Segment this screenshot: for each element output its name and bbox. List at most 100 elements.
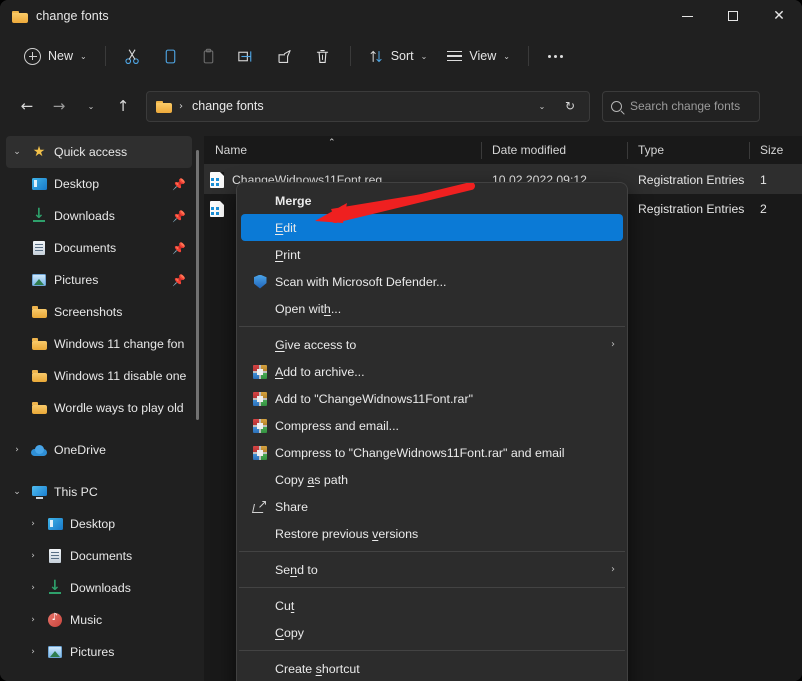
up-arrow-icon: ↑	[116, 97, 130, 115]
address-dropdown-button[interactable]: ⌄	[529, 93, 555, 119]
column-header-name[interactable]: ⌃ Name	[204, 136, 481, 165]
menu-item-add-to-rar[interactable]: Add to "ChangeWidnows11Font.rar"	[241, 385, 623, 412]
sidebar-item-this-pc[interactable]: ⌄ This PC	[6, 476, 192, 508]
explorer-tab[interactable]: change fonts	[0, 0, 109, 32]
sidebar-item-label: Desktop	[54, 177, 100, 191]
close-button[interactable]: ✕	[756, 0, 802, 32]
sidebar-item-downloads[interactable]: Downloads 📌	[6, 200, 192, 232]
chevron-right-icon[interactable]: ›	[22, 615, 44, 625]
menu-item-give-access-to[interactable]: Give access to ›	[241, 331, 623, 358]
plus-circle-icon	[24, 47, 41, 65]
menu-item-label: Merge	[275, 193, 312, 208]
address-bar[interactable]: › change fonts ⌄ ↻	[146, 90, 590, 122]
sidebar-item-onedrive[interactable]: › OneDrive	[6, 434, 192, 466]
menu-item-open-with[interactable]: Open with...	[241, 295, 623, 322]
sidebar-item-label: Windows 11 disable one	[54, 369, 186, 383]
search-icon	[611, 100, 622, 112]
delete-button[interactable]	[304, 40, 342, 72]
rename-button[interactable]	[228, 40, 266, 72]
cut-button[interactable]	[114, 40, 152, 72]
menu-item-scan-with-microsoft-defender[interactable]: Scan with Microsoft Defender...	[241, 268, 623, 295]
menu-item-compress-to-rar-and-email[interactable]: Compress to "ChangeWidnows11Font.rar" an…	[241, 439, 623, 466]
divider	[349, 46, 351, 66]
chevron-right-icon[interactable]: ›	[22, 519, 44, 529]
view-button[interactable]: View ⌄	[437, 40, 520, 72]
more-options-button[interactable]	[537, 40, 575, 72]
menu-item-copy-as-path[interactable]: Copy as path	[241, 466, 623, 493]
copy-button[interactable]	[152, 40, 190, 72]
menu-item-share[interactable]: Share	[241, 493, 623, 520]
column-label: Size	[760, 143, 784, 157]
breadcrumb[interactable]: change fonts	[192, 99, 264, 113]
sidebar-item-screenshots[interactable]: Screenshots	[6, 296, 192, 328]
menu-item-send-to[interactable]: Send to ›	[241, 556, 623, 583]
registry-file-icon	[210, 171, 224, 188]
sidebar-item-pictures[interactable]: Pictures 📌	[6, 264, 192, 296]
up-button[interactable]: ↑	[108, 91, 138, 121]
pin-icon[interactable]: 📌	[172, 242, 186, 255]
sidebar-item-this-pc-music[interactable]: › Music	[6, 604, 192, 636]
menu-item-edit[interactable]: Edit	[241, 214, 623, 241]
menu-item-label: Restore previous versions	[275, 526, 419, 541]
rename-icon	[238, 50, 252, 62]
menu-item-copy[interactable]: Copy	[241, 619, 623, 646]
sidebar-item-this-pc-pictures[interactable]: › Pictures	[6, 636, 192, 668]
registry-file-icon	[210, 200, 224, 217]
pin-icon[interactable]: 📌	[172, 274, 186, 287]
pin-icon[interactable]: 📌	[172, 178, 186, 191]
sidebar-item-documents[interactable]: Documents 📌	[6, 232, 192, 264]
chevron-right-icon[interactable]: ›	[22, 583, 44, 593]
recent-locations-button[interactable]: ⌄	[76, 91, 106, 121]
new-button[interactable]: New ⌄	[14, 40, 97, 72]
minimize-button[interactable]	[664, 0, 710, 32]
sidebar-item-windows-11-change-fonts[interactable]: Windows 11 change fon	[6, 328, 192, 360]
paste-button[interactable]	[190, 40, 228, 72]
paste-icon	[203, 48, 214, 63]
pictures-icon	[44, 646, 66, 658]
column-header-type[interactable]: Type	[627, 136, 749, 165]
menu-item-restore-previous-versions[interactable]: Restore previous versions	[241, 520, 623, 547]
chevron-right-icon[interactable]: ›	[22, 647, 44, 657]
maximize-button[interactable]	[710, 0, 756, 32]
chevron-right-icon[interactable]: ›	[6, 445, 28, 455]
menu-item-cut[interactable]: Cut	[241, 592, 623, 619]
sidebar-item-windows-11-disable-onedrive[interactable]: Windows 11 disable one	[6, 360, 192, 392]
sort-label: Sort	[390, 49, 414, 63]
menu-item-compress-and-email[interactable]: Compress and email...	[241, 412, 623, 439]
menu-item-print[interactable]: Print	[241, 241, 623, 268]
search-input[interactable]: Search change fonts	[602, 90, 760, 122]
menu-item-label: Print	[275, 247, 301, 262]
sidebar-item-quick-access[interactable]: ⌄ ★ Quick access	[6, 136, 192, 168]
column-header-size[interactable]: Size	[749, 136, 802, 165]
sidebar-item-this-pc-documents[interactable]: › Documents	[6, 540, 192, 572]
menu-item-label: Edit	[275, 220, 297, 235]
chevron-right-icon: ›	[611, 564, 615, 575]
sort-button[interactable]: Sort ⌄	[359, 40, 438, 72]
sidebar-item-label: This PC	[54, 485, 98, 499]
sidebar-item-desktop[interactable]: Desktop 📌	[6, 168, 192, 200]
column-label: Name	[215, 143, 248, 157]
menu-item-merge[interactable]: Merge	[241, 187, 623, 214]
forward-button[interactable]: →	[44, 91, 74, 121]
chevron-down-icon[interactable]: ⌄	[6, 147, 28, 157]
share-button[interactable]	[266, 40, 304, 72]
menu-item-label: Compress to "ChangeWidnows11Font.rar" an…	[275, 445, 565, 460]
sidebar-scrollbar[interactable]	[196, 150, 199, 420]
desktop-icon	[28, 178, 50, 190]
sidebar-item-wordle[interactable]: Wordle ways to play old	[6, 392, 192, 424]
column-header-date-modified[interactable]: Date modified	[481, 136, 627, 165]
sidebar-item-this-pc-desktop[interactable]: › Desktop	[6, 508, 192, 540]
menu-item-add-to-archive[interactable]: Add to archive...	[241, 358, 623, 385]
refresh-button[interactable]: ↻	[557, 93, 583, 119]
sidebar-item-this-pc-downloads[interactable]: › Downloads	[6, 572, 192, 604]
chevron-right-icon[interactable]: ›	[22, 551, 44, 561]
menu-item-create-shortcut[interactable]: Create shortcut	[241, 655, 623, 681]
menu-item-label: Cut	[275, 598, 295, 613]
command-bar: New ⌄ Sort ⌄ View ⌄	[0, 32, 802, 80]
chevron-down-icon[interactable]: ⌄	[6, 487, 28, 497]
copy-icon	[165, 49, 176, 63]
file-explorer-window: change fonts ✕ New ⌄ Sort ⌄ View ⌄ ← → ⌄…	[0, 0, 802, 681]
back-button[interactable]: ←	[12, 91, 42, 121]
menu-item-label: Send to	[275, 562, 318, 577]
pin-icon[interactable]: 📌	[172, 210, 186, 223]
